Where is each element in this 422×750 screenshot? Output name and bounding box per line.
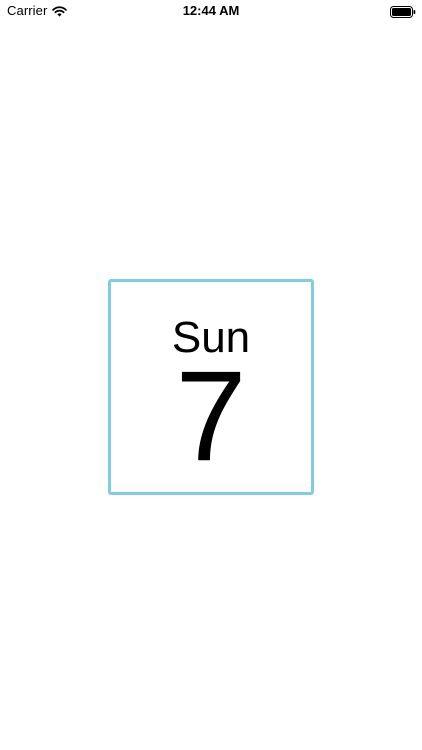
status-time: 12:44 AM bbox=[182, 3, 240, 18]
date-tile[interactable]: Sun 7 bbox=[108, 279, 314, 495]
battery-icon bbox=[390, 5, 416, 18]
day-number: 7 bbox=[175, 345, 247, 488]
status-bar: Carrier 12:44 AM bbox=[0, 0, 422, 22]
